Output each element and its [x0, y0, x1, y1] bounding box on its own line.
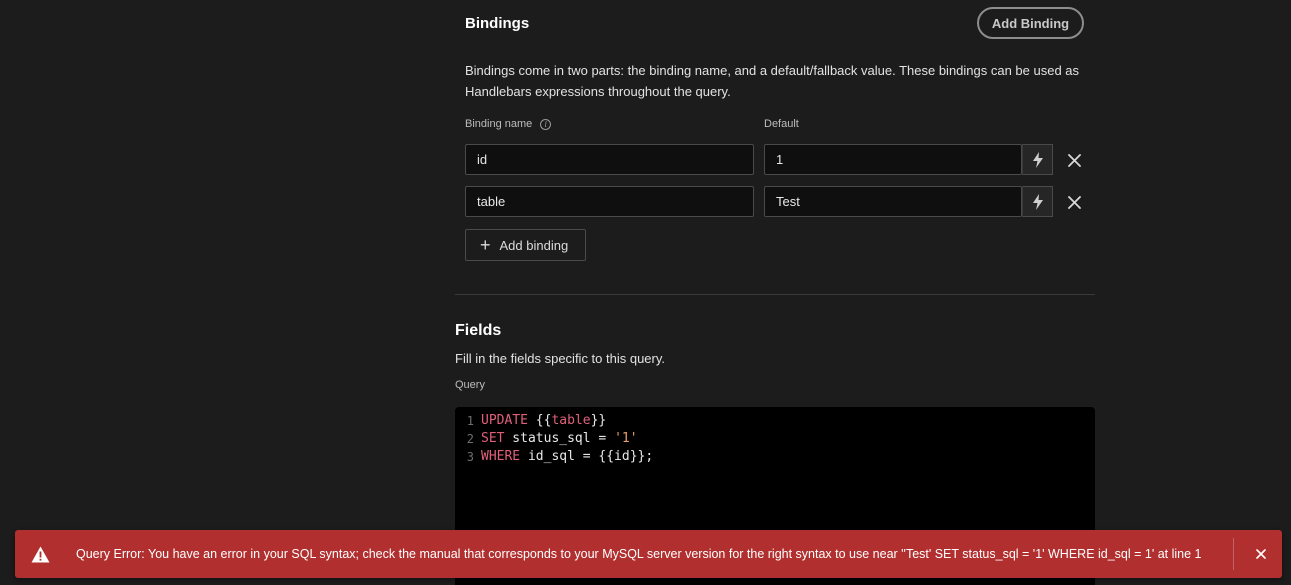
binding-name-input[interactable]	[465, 144, 754, 175]
remove-binding-button[interactable]	[1064, 150, 1084, 170]
code-token: WHERE	[481, 449, 521, 464]
code-text: WHERE id_sql = {{id}};	[481, 448, 653, 466]
code-token: SET	[481, 431, 505, 446]
line-number: 3	[466, 450, 474, 464]
toast-close-button[interactable]	[1251, 544, 1271, 564]
warning-icon	[30, 545, 50, 563]
code-token: table	[551, 413, 591, 428]
default-column-label: Default	[764, 118, 799, 130]
add-binding-label: Add binding	[499, 237, 569, 253]
section-divider	[455, 294, 1095, 295]
plus-icon: +	[480, 235, 491, 255]
toast-divider	[1233, 538, 1234, 570]
error-message: Query Error: You have an error in your S…	[76, 547, 1202, 561]
close-icon	[1256, 549, 1266, 559]
code-token: }}	[590, 413, 607, 428]
line-number: 2	[466, 432, 474, 446]
code-token: '1'	[614, 431, 638, 446]
code-line[interactable]: 3 WHERE id_sql = {{id}};	[455, 448, 1095, 466]
info-icon[interactable]: i	[540, 118, 552, 130]
close-icon	[1067, 195, 1081, 209]
code-token: status_sql =	[504, 431, 615, 446]
add-binding-button[interactable]: + Add binding	[465, 229, 586, 261]
binding-name-label-text: Binding name	[465, 118, 533, 130]
lightning-bolt-icon	[1032, 151, 1043, 168]
binding-default-input[interactable]	[764, 186, 1022, 217]
bindings-description: Bindings come in two parts: the binding …	[465, 63, 1080, 99]
code-text: UPDATE {{table}}	[481, 412, 606, 430]
close-icon	[1067, 153, 1081, 167]
code-line[interactable]: 2 SET status_sql = '1'	[455, 430, 1095, 448]
binding-name-input[interactable]	[465, 186, 754, 217]
bindings-title: Bindings	[465, 15, 530, 32]
binding-bolt-button[interactable]	[1022, 186, 1053, 217]
remove-binding-button[interactable]	[1064, 192, 1084, 212]
error-toast: Query Error: You have an error in your S…	[15, 530, 1282, 578]
binding-bolt-button[interactable]	[1022, 144, 1053, 175]
fields-description: Fill in the fields specific to this quer…	[455, 351, 666, 366]
code-token: id_sql = {{id}};	[520, 449, 654, 464]
code-token: {{	[527, 413, 552, 428]
add-binding-header-button[interactable]: Add Binding	[977, 7, 1084, 39]
query-label: Query	[455, 379, 485, 391]
lightning-bolt-icon	[1032, 193, 1043, 210]
code-line[interactable]: 1 UPDATE {{table}}	[455, 412, 1095, 430]
fields-title: Fields	[455, 322, 502, 339]
binding-name-column-label: Binding name i	[465, 118, 552, 130]
code-text: SET status_sql = '1'	[481, 430, 638, 448]
binding-default-input[interactable]	[764, 144, 1022, 175]
line-number: 1	[466, 414, 474, 428]
code-token: UPDATE	[481, 413, 528, 428]
query-settings-panel: Bindings Add Binding Bindings come in tw…	[455, 0, 1095, 585]
